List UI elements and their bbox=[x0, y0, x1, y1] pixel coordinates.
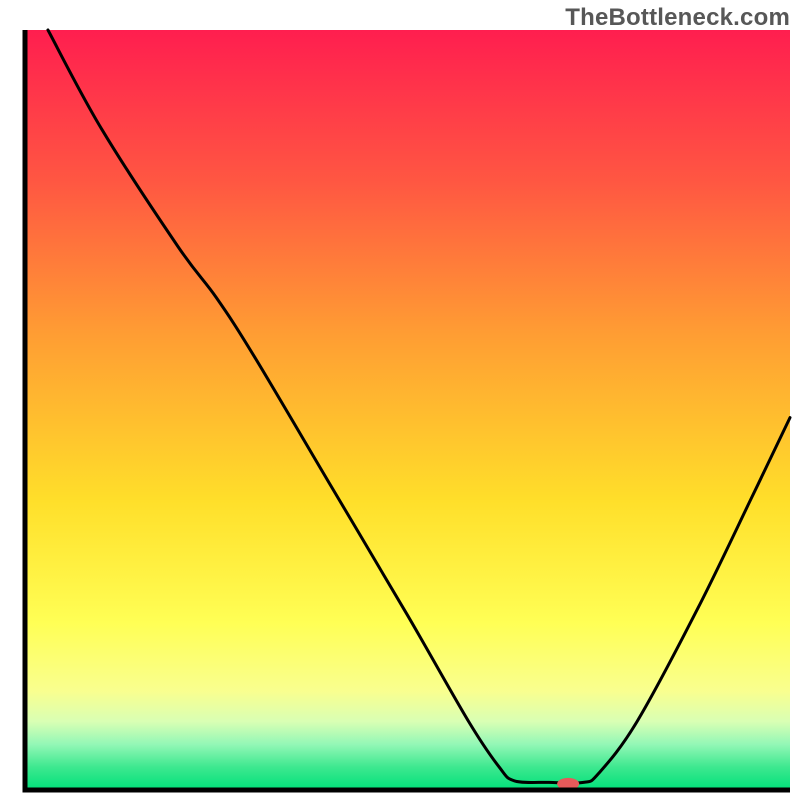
bottleneck-chart bbox=[0, 0, 800, 800]
chart-background bbox=[25, 30, 790, 790]
watermark-text: TheBottleneck.com bbox=[565, 4, 790, 32]
chart-container: { "watermark": "TheBottleneck.com", "cha… bbox=[0, 0, 800, 800]
